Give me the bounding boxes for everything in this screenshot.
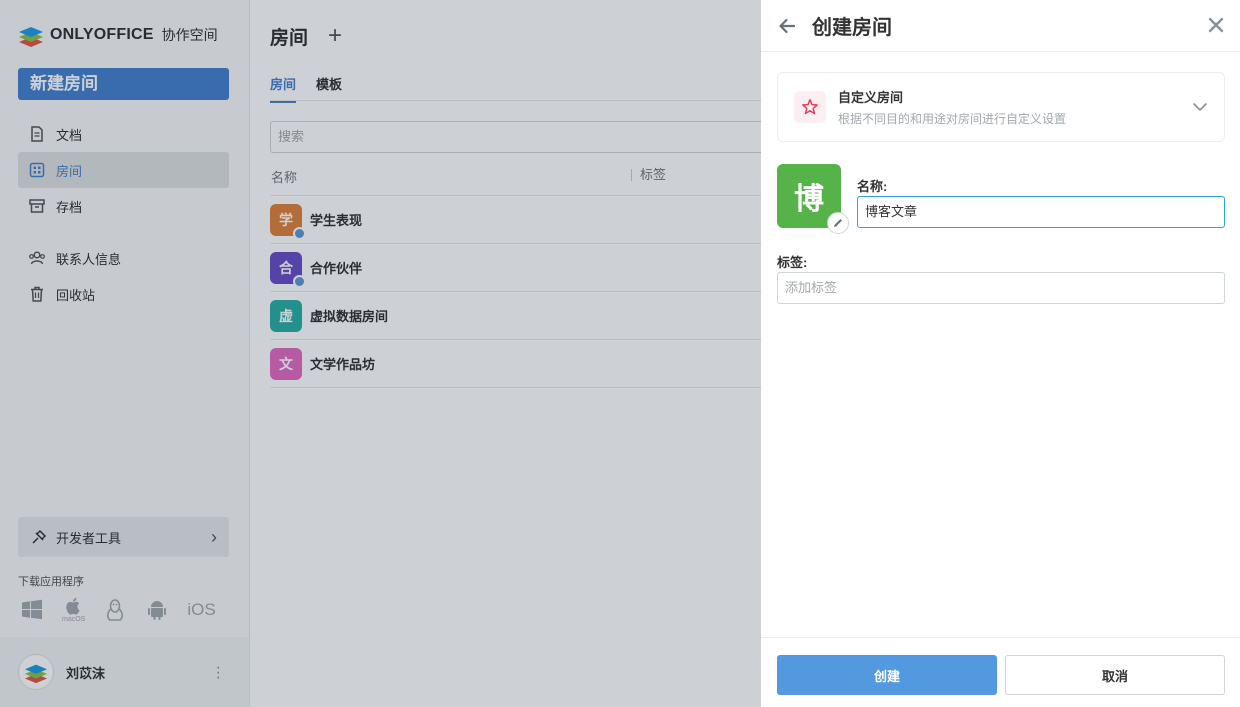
chevron-down-icon[interactable] [1192,99,1208,115]
room-logo-initial: 博 [794,183,824,216]
room-name-input[interactable]: 博客文章 [857,196,1225,228]
create-button[interactable]: 创建 [777,655,997,695]
star-icon [802,99,818,115]
room-type-selector[interactable]: 自定义房间 根据不同目的和用途对房间进行自定义设置 [777,72,1225,142]
room-logo[interactable]: 博 [777,164,849,234]
panel-title: 创建房间 [812,17,892,39]
close-icon[interactable] [1206,15,1226,35]
tags-label: 标签: [777,255,808,270]
panel-header: 创建房间 [761,0,1240,52]
edit-pencil-icon[interactable] [827,212,849,234]
room-type-description: 根据不同目的和用途对房间进行自定义设置 [838,112,1067,126]
tags-input[interactable]: 添加标签 [777,272,1225,304]
room-type-title: 自定义房间 [838,90,904,105]
modal-backdrop[interactable] [0,0,761,707]
cancel-button[interactable]: 取消 [1005,655,1225,695]
room-type-text: 自定义房间 根据不同目的和用途对房间进行自定义设置 [838,87,1066,127]
panel-footer: 创建 取消 [761,637,1240,707]
create-room-panel: 创建房间 自定义房间 根据不同目的和用途对房间进行自定义设置 博 名称: 博客文… [761,0,1240,707]
room-type-icon-box [794,91,826,123]
name-label: 名称: [857,179,888,194]
back-arrow-icon[interactable] [777,16,797,36]
